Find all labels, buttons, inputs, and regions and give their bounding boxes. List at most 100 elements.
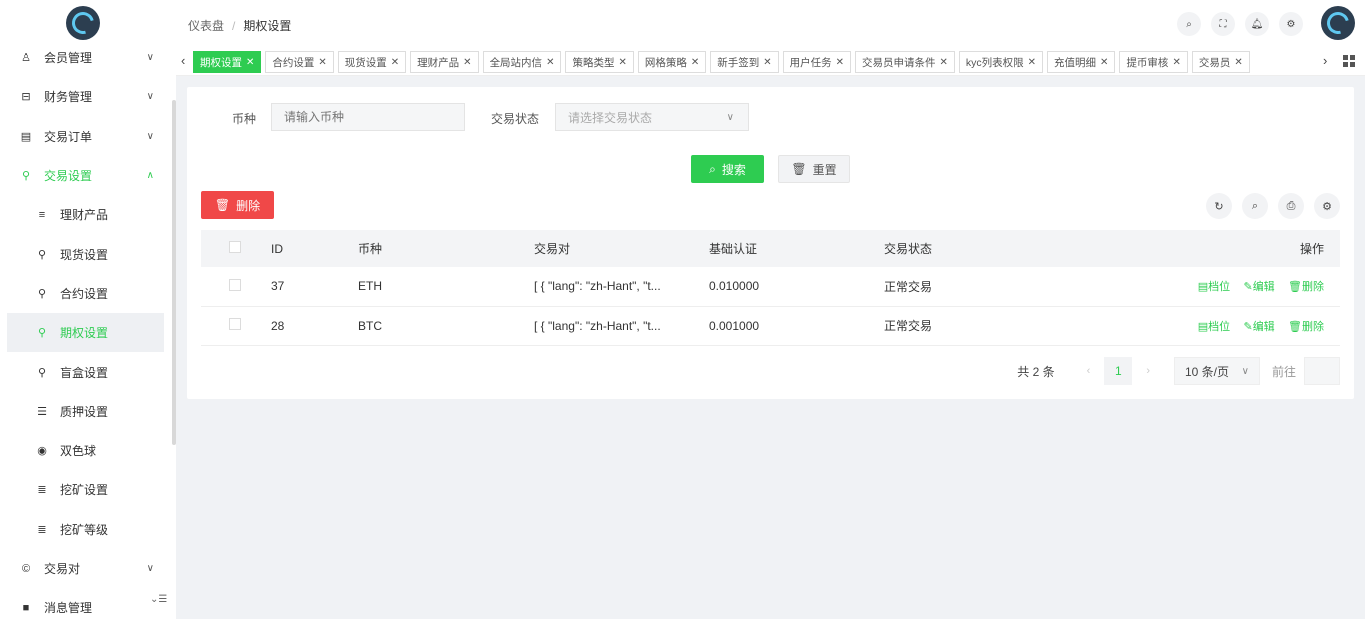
chevron-down-icon: ∨ (726, 111, 734, 123)
close-icon[interactable]: ✕ (691, 57, 699, 68)
sidebar-item-trading-pairs[interactable]: © 交易对 ∨ (0, 549, 176, 588)
avatar[interactable] (1321, 6, 1355, 40)
tab-global-messages[interactable]: 全局站内信 ✕ (482, 51, 562, 73)
wrench-icon: ⚲ (37, 327, 47, 340)
wrench-icon: ⚲ (21, 170, 31, 183)
sidebar-item-label: 理财产品 (60, 208, 109, 223)
grid-menu-icon[interactable] (1343, 55, 1355, 67)
breadcrumb-home[interactable]: 仪表盘 (188, 19, 224, 33)
sidebar-item-spot-settings[interactable]: ⚲ 现货设置 (0, 234, 176, 273)
sidebar-item-label: 质押设置 (60, 404, 109, 419)
close-icon[interactable]: ✕ (546, 57, 554, 68)
pagination: 共 2 条 ‹ 1 › 10 条/页 ∨ 前往 (1017, 357, 1340, 385)
bell-icon[interactable]: 🔔︎ (1245, 12, 1269, 36)
tab-strategy-types[interactable]: 策略类型 ✕ (565, 51, 634, 73)
sidebar-item-option-settings[interactable]: ⚲ 期权设置 (7, 313, 164, 353)
col-id: ID (271, 241, 283, 256)
sidebar-item-member[interactable]: ♙ 会员管理 ∨ (0, 38, 176, 77)
refresh-icon[interactable]: ↻ (1206, 193, 1232, 219)
sidebar-scrollbar[interactable] (172, 100, 176, 445)
sidebar-item-orders[interactable]: ▤ 交易订单 ∨ (0, 117, 176, 156)
edit-link[interactable]: ✎编辑 (1243, 321, 1274, 333)
levels-link[interactable]: ▤档位 (1198, 321, 1230, 333)
logo[interactable] (66, 6, 100, 40)
sidebar-item-lottery[interactable]: ◉ 双色球 (0, 431, 176, 470)
close-icon[interactable]: ✕ (836, 57, 844, 68)
delete-link[interactable]: 🗑︎删除 (1288, 281, 1324, 293)
delete-button[interactable]: 🗑︎ 删除 (201, 191, 274, 219)
sidebar-item-finance[interactable]: ⊟ 财务管理 ∨ (0, 77, 176, 116)
goto-page-input[interactable] (1304, 357, 1340, 385)
close-icon[interactable]: ✕ (246, 57, 254, 68)
close-icon[interactable]: ✕ (1100, 57, 1108, 68)
tab-deposit-details[interactable]: 充值明细 ✕ (1047, 51, 1116, 73)
search-button[interactable]: ⌕ 搜索 (691, 155, 764, 183)
row-checkbox[interactable] (229, 318, 241, 330)
prev-page-icon[interactable]: ‹ (1087, 365, 1091, 377)
next-page-icon[interactable]: › (1146, 365, 1150, 377)
close-icon[interactable]: ✕ (463, 57, 471, 68)
tab-wealth-products[interactable]: 理财产品 ✕ (410, 51, 479, 73)
levels-link[interactable]: ▤档位 (1198, 281, 1230, 293)
edit-link[interactable]: ✎编辑 (1243, 281, 1274, 293)
sidebar-item-mining-levels[interactable]: ≣ 挖矿等级 (0, 510, 176, 549)
edit-icon: ✎ (1243, 320, 1253, 333)
close-icon[interactable]: ✕ (1028, 57, 1036, 68)
search-button-label: 搜索 (721, 162, 746, 177)
tab-trader-application[interactable]: 交易员申请条件 ✕ (855, 51, 955, 73)
table-tools: ↻ ⌕ ⎙ ⚙ (1206, 193, 1340, 219)
sidebar: ♙ 会员管理 ∨ ⊟ 财务管理 ∨ ▤ 交易订单 ∨ ⚲ 交易设置 ∧ ≡ 理财产品 ⚲ 现货设置 … (0, 0, 176, 619)
row-checkbox[interactable] (229, 278, 241, 291)
levels-icon: ▤ (1197, 281, 1209, 294)
close-icon[interactable]: ✕ (1172, 57, 1180, 68)
tab-withdraw-review[interactable]: 提币审核 ✕ (1119, 51, 1188, 73)
reset-button[interactable]: 🗑︎ 重置 (778, 155, 850, 183)
user-icon: ♙ (21, 52, 31, 65)
select-all-checkbox[interactable] (229, 241, 241, 253)
sidebar-item-wealth-products[interactable]: ≡ 理财产品 (0, 195, 176, 234)
sidebar-item-label: 财务管理 (44, 90, 93, 105)
close-icon[interactable]: ✕ (318, 57, 326, 68)
tab-trader[interactable]: 交易员 ✕ (1191, 51, 1250, 73)
delete-link-label: 删除 (1302, 281, 1324, 294)
close-icon[interactable]: ✕ (618, 57, 626, 68)
settings-icon[interactable]: ⚙ (1279, 12, 1303, 36)
page-size-value: 10 条/页 (1184, 364, 1230, 379)
status-select-placeholder: 请选择交易状态 (568, 110, 653, 125)
search-icon[interactable]: ⌕ (1242, 193, 1268, 219)
sidebar-item-blindbox-settings[interactable]: ⚲ 盲盒设置 (0, 352, 176, 391)
close-icon[interactable]: ✕ (391, 57, 399, 68)
sidebar-item-staking-settings[interactable]: ☰ 质押设置 (0, 392, 176, 431)
tab-user-tasks[interactable]: 用户任务 ✕ (782, 51, 852, 73)
collapse-sidebar-icon[interactable]: ⌄☰ (150, 594, 167, 605)
tab-contract-settings[interactable]: 合约设置 ✕ (265, 51, 334, 73)
tab-kyc-permissions[interactable]: kyc列表权限 ✕ (958, 51, 1044, 73)
tab-label: 提币审核 (1126, 56, 1169, 69)
sidebar-item-trade-settings[interactable]: ⚲ 交易设置 ∧ (0, 156, 176, 195)
tab-option-settings[interactable]: 期权设置 ✕ (193, 51, 262, 73)
print-icon[interactable]: ⎙ (1278, 193, 1304, 219)
page-size-select[interactable]: 10 条/页 ∨ (1173, 357, 1260, 385)
tabs-scroll-left-icon[interactable]: ‹ (181, 53, 185, 68)
sidebar-item-contract-settings[interactable]: ⚲ 合约设置 (0, 274, 176, 313)
tab-newbie-checkin[interactable]: 新手签到 ✕ (710, 51, 779, 73)
chevron-down-icon: ∨ (1241, 365, 1249, 377)
close-icon[interactable]: ✕ (940, 57, 948, 68)
page-number-current[interactable]: 1 (1104, 357, 1133, 385)
coin-input[interactable] (271, 103, 465, 131)
fullscreen-icon[interactable]: ⛶ (1211, 12, 1235, 36)
close-icon[interactable]: ✕ (1234, 57, 1242, 68)
delete-link[interactable]: 🗑︎删除 (1288, 321, 1324, 333)
search-icon[interactable]: ⌕ (1177, 12, 1201, 36)
status-select[interactable]: 请选择交易状态 ∨ (555, 103, 749, 131)
sidebar-item-mining-settings[interactable]: ≣ 挖矿设置 (0, 470, 176, 509)
tabs-scroll-right-icon[interactable]: › (1323, 53, 1327, 68)
tab-grid-strategy[interactable]: 网格策略 ✕ (637, 51, 707, 73)
order-icon: ▤ (20, 130, 32, 143)
pagination-total: 共 2 条 (1017, 364, 1055, 379)
tab-spot-settings[interactable]: 现货设置 ✕ (337, 51, 407, 73)
wallet-icon: ⊟ (21, 91, 31, 104)
list-icon: ≡ (38, 208, 46, 221)
settings-icon[interactable]: ⚙ (1314, 193, 1340, 219)
close-icon[interactable]: ✕ (763, 57, 771, 68)
